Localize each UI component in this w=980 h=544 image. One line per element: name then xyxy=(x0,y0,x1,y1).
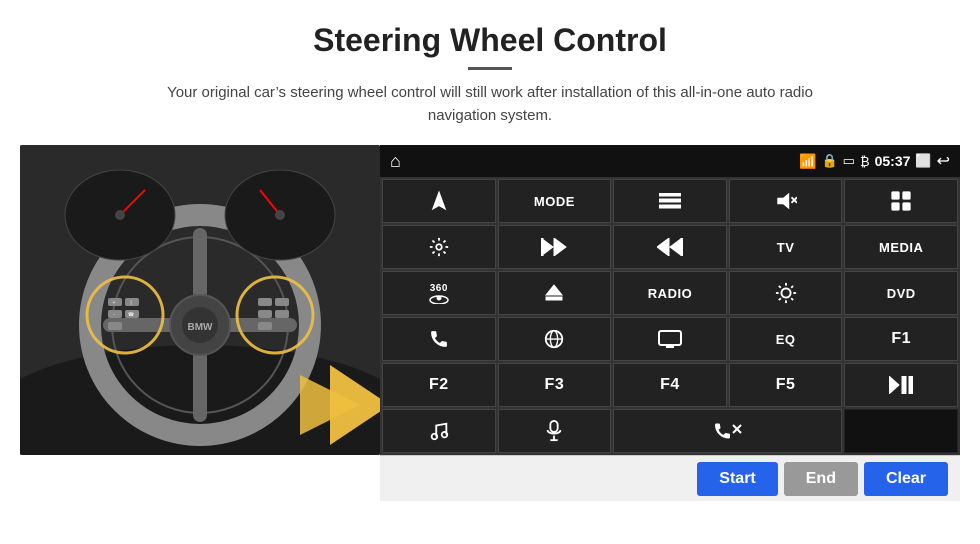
cam360-btn[interactable]: 360 xyxy=(382,271,496,315)
f5-btn[interactable]: F5 xyxy=(729,363,843,407)
svg-text:☎: ☎ xyxy=(128,312,134,318)
status-bar: ⌂ 📶 🔒 ▭ ₿ 05:37 ⬜ ↩ xyxy=(380,145,960,177)
screen-icon: ⬜ xyxy=(915,153,931,169)
apps-btn[interactable] xyxy=(844,179,958,223)
svg-text:ᶅ: ᶅ xyxy=(130,300,131,306)
f3-btn[interactable]: F3 xyxy=(498,363,612,407)
music-btn[interactable] xyxy=(382,409,496,453)
playpause-btn[interactable] xyxy=(844,363,958,407)
svg-text:+: + xyxy=(113,300,116,306)
settings-btn[interactable] xyxy=(382,225,496,269)
title-divider xyxy=(468,67,512,70)
f2-btn[interactable]: F2 xyxy=(382,363,496,407)
brightness-btn[interactable] xyxy=(729,271,843,315)
bluetooth-icon: ₿ xyxy=(860,154,870,169)
mode-btn[interactable]: MODE xyxy=(498,179,612,223)
home-icon[interactable]: ⌂ xyxy=(390,151,401,172)
eject-btn[interactable] xyxy=(498,271,612,315)
tv-btn[interactable]: TV xyxy=(729,225,843,269)
empty-cell xyxy=(844,409,958,453)
start-button[interactable]: Start xyxy=(697,462,777,496)
sim-icon: ▭ xyxy=(843,153,855,169)
end-button[interactable]: End xyxy=(784,462,858,496)
bottom-bar: Start End Clear xyxy=(380,455,960,501)
f1-btn[interactable]: F1 xyxy=(844,317,958,361)
media-btn[interactable]: MEDIA xyxy=(844,225,958,269)
mic-btn[interactable] xyxy=(498,409,612,453)
eq-btn[interactable]: EQ xyxy=(729,317,843,361)
nav-btn[interactable] xyxy=(382,179,496,223)
lock-icon: 🔒 xyxy=(821,153,837,169)
svg-text:BMW: BMW xyxy=(188,322,214,333)
phonemute-btn[interactable] xyxy=(613,409,842,453)
button-grid: MODE xyxy=(380,177,960,455)
phone-btn[interactable] xyxy=(382,317,496,361)
next-btn[interactable] xyxy=(613,225,727,269)
page-title: Steering Wheel Control xyxy=(0,0,980,59)
radio-btn[interactable]: RADIO xyxy=(613,271,727,315)
subtitle: Your original car’s steering wheel contr… xyxy=(140,82,840,127)
prev-btn[interactable] xyxy=(498,225,612,269)
f4-btn[interactable]: F4 xyxy=(613,363,727,407)
menu-btn[interactable] xyxy=(613,179,727,223)
mute-btn[interactable] xyxy=(729,179,843,223)
car-image: BMW + ᶅ - ☎ xyxy=(20,145,380,455)
control-panel: ⌂ 📶 🔒 ▭ ₿ 05:37 ⬜ ↩ MODE xyxy=(380,145,960,501)
time-display: 05:37 xyxy=(875,153,911,169)
wifi-icon: 📶 xyxy=(799,153,816,170)
dvd-btn[interactable]: DVD xyxy=(844,271,958,315)
browse-btn[interactable] xyxy=(498,317,612,361)
display-btn[interactable] xyxy=(613,317,727,361)
back-icon[interactable]: ↩ xyxy=(937,151,950,171)
clear-button[interactable]: Clear xyxy=(864,462,948,496)
status-icons: 📶 🔒 ▭ ₿ 05:37 ⬜ ↩ xyxy=(799,151,950,171)
